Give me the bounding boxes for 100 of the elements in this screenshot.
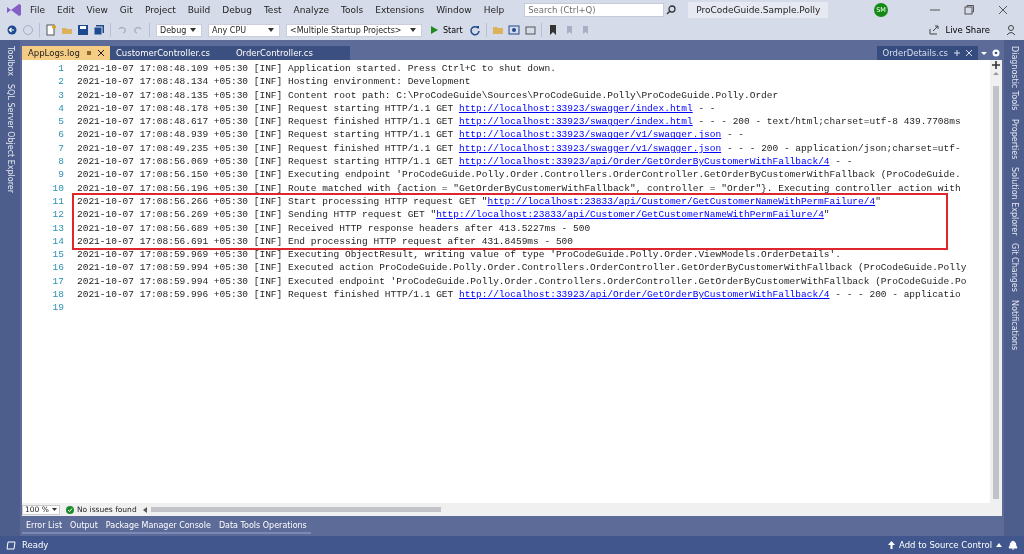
line-number: 18	[51, 288, 65, 302]
startup-projects-dropdown[interactable]: <Multiple Startup Projects>	[286, 23, 422, 37]
menu-item[interactable]: Debug	[216, 5, 258, 15]
line-number: 8	[57, 155, 65, 169]
screen-icon[interactable]	[507, 24, 520, 36]
line-number: 11	[51, 194, 65, 209]
scrollbar-thumb[interactable]	[150, 507, 441, 512]
log-line: 2021-10-07 17:08:49.235 +05:30 [INF] Request finished HTTP/1.1 GET http://localhost:33923/swagger/v1/swagger.json - - - 200 - application/json;charset=utf-	[77, 141, 961, 156]
url-link[interactable]: http://localhost:23833/api/Customer/GetCustomerNameWithPermFailure/4	[487, 195, 876, 207]
scrollbar-thumb[interactable]	[993, 86, 999, 499]
document-tab[interactable]: AppLogs.log	[22, 46, 110, 60]
caret-icon	[190, 28, 196, 32]
menu-item[interactable]: Analyze	[287, 5, 336, 15]
line-number: 14	[51, 234, 65, 249]
tool-window-tab[interactable]: Data Tools Operations	[214, 518, 311, 534]
menu-item[interactable]: Tools	[335, 5, 370, 15]
source-control-button[interactable]: Add to Source Control	[888, 540, 1002, 550]
side-panel-tab[interactable]: Diagnostic Tools	[1009, 46, 1019, 111]
menu-item[interactable]: Test	[257, 5, 288, 15]
line-number: 17	[51, 274, 65, 289]
menu-item[interactable]: Window	[430, 5, 478, 15]
url-link[interactable]: http://localhost:33923/api/Order/GetOrderByCustomerWithFallback/4	[458, 156, 830, 168]
url-link[interactable]: http://localhost:23833/api/Customer/GetCustomerNameWithPermFailure/4	[436, 209, 824, 221]
url-link[interactable]: http://localhost:33923/api/Order/GetOrderByCustomerWithFallback/4	[458, 289, 830, 301]
menu-item[interactable]: File	[24, 5, 52, 15]
caret-icon	[996, 543, 1002, 547]
log-line: 2021-10-07 17:08:48.109 +05:30 [INF] Application started. Press Ctrl+C to shut down.	[77, 62, 556, 76]
log-line: 2021-10-07 17:08:56.266 +05:30 [INF] Start processing HTTP request GET "http://localhost:23833/api/Customer/GetCustomerNameWithPermFailure/4"	[77, 194, 881, 209]
save-icon[interactable]	[77, 24, 89, 36]
window-icon[interactable]	[523, 24, 536, 36]
side-panel-tab[interactable]: Solution Explorer	[1009, 166, 1019, 236]
log-line: 2021-10-07 17:08:59.994 +05:30 [INF] Executed action ProCodeGuide.Polly.Order.Controllers.OrderController.GetOrderByCustomerWithFallback (ProCodeGuide.Polly	[77, 261, 967, 275]
menu-item[interactable]: Project	[138, 5, 182, 15]
line-number: 2	[57, 75, 65, 89]
refresh-icon[interactable]	[468, 24, 481, 36]
menu-item[interactable]: Git	[113, 5, 139, 15]
split-icon[interactable]	[991, 60, 1001, 70]
tool-window-tab[interactable]: Output	[66, 518, 102, 534]
log-line: 2021-10-07 17:08:59.996 +05:30 [INF] Request finished HTTP/1.1 GET http://localhost:33923/api/Order/GetOrderByCustomerWithFallback/4 - - - 200 - applicatio	[77, 288, 961, 302]
url-link[interactable]: http://localhost:33923/swagger/index.html	[458, 116, 693, 128]
line-number: 16	[51, 261, 65, 275]
side-panel-tab[interactable]: Git Changes	[1009, 243, 1019, 293]
log-line: 2021-10-07 17:08:56.269 +05:30 [INF] Sending HTTP request GET "http://localhost:23833/api/Customer/GetCustomerNameWithPermFailure/4"	[77, 208, 830, 222]
tool-window-tab[interactable]: Error List	[22, 518, 67, 534]
log-line: 2021-10-07 17:08:56.689 +05:30 [INF] Received HTTP response headers after 413.5227ms - 500	[77, 221, 591, 235]
configuration-dropdown[interactable]: Debug	[156, 23, 202, 37]
tool-window-tab[interactable]: Package Manager Console	[101, 518, 215, 534]
line-number: 4	[57, 101, 65, 116]
caret-icon	[52, 508, 57, 511]
menu-item[interactable]: Edit	[51, 5, 81, 15]
caret-icon	[268, 28, 274, 32]
save-all-icon[interactable]	[93, 24, 105, 36]
log-line: 2021-10-07 17:08:56.691 +05:30 [INF] End processing HTTP request after 431.8459ms - 500	[77, 234, 573, 249]
check-icon	[66, 505, 74, 514]
line-number: 19	[51, 301, 65, 315]
document-tab[interactable]: CustomerController.cs	[109, 46, 230, 60]
document-tab[interactable]: OrderController.cs	[229, 46, 350, 60]
play-icon	[431, 26, 438, 34]
line-number: 12	[51, 208, 65, 222]
line-number: 6	[57, 128, 65, 142]
caret-icon	[410, 28, 416, 32]
log-line: 2021-10-07 17:08:56.069 +05:30 [INF] Request starting HTTP/1.1 GET http://localhost:33923/api/Order/GetOrderByCustomerWithFallback/4 - -	[77, 155, 853, 169]
url-link[interactable]: http://localhost:33923/swagger/v1/swagger.json	[458, 129, 722, 141]
close-icon[interactable]	[97, 50, 104, 56]
url-link[interactable]: http://localhost:33923/swagger/index.html	[458, 102, 693, 114]
side-panel-tab[interactable]: SQL Server Object Explorer	[5, 84, 15, 194]
menu-item[interactable]: Extensions	[369, 5, 431, 15]
log-line: 2021-10-07 17:08:56.196 +05:30 [INF] Route matched with {action = "GetOrderByCustomerWithFallback", controller = "Order"}. Executing controller action with	[77, 181, 961, 195]
log-line: 2021-10-07 17:08:48.135 +05:30 [INF] Content root path: C:\ProCodeGuide\Sources\ProCodeGuide.Polly\ProCodeGuide.Polly.Order	[77, 88, 779, 102]
log-line: 2021-10-07 17:08:59.994 +05:30 [INF] Executed endpoint 'ProCodeGuide.Polly.Order.Controllers.OrderController.GetOrderByCustomerWithFallback (ProCodeGuide.Po	[77, 274, 967, 289]
start-button[interactable]: Start	[425, 25, 467, 35]
solution-name: ProCodeGuide.Sample.Polly	[688, 2, 829, 18]
line-number: 1	[57, 62, 65, 76]
scroll-left-icon[interactable]	[142, 506, 147, 513]
menu-item[interactable]: Build	[181, 5, 217, 15]
side-panel-tab[interactable]: Properties	[1009, 118, 1019, 159]
side-panel-tab[interactable]: Toolbox	[5, 46, 15, 76]
line-number: 13	[51, 221, 65, 235]
line-number: 10	[51, 181, 65, 195]
app-logo-icon[interactable]	[6, 3, 22, 17]
log-line: 2021-10-07 17:08:59.969 +05:30 [INF] Executing ObjectResult, writing value of type 'ProCodeGuide.Polly.Order.ViewModels.OrderDetails'.	[77, 248, 841, 262]
side-panel-tab[interactable]: Notifications	[1009, 300, 1019, 351]
url-link[interactable]: http://localhost:33923/swagger/v1/swagger.json	[458, 142, 722, 154]
log-line: 2021-10-07 17:08:48.178 +05:30 [INF] Request starting HTTP/1.1 GET http://localhost:33923/swagger/index.html - -	[77, 101, 716, 116]
live-share-button[interactable]: Live Share	[921, 24, 996, 36]
back-icon[interactable]	[6, 24, 18, 36]
search-field[interactable]: Search (Ctrl+Q)	[524, 3, 665, 17]
menu-item[interactable]: View	[80, 5, 114, 15]
search-icon[interactable]	[666, 5, 677, 15]
line-number: 7	[57, 141, 65, 156]
platform-dropdown[interactable]: Any CPU	[208, 23, 280, 37]
line-number: 5	[57, 115, 65, 129]
new-item-icon[interactable]	[45, 24, 57, 36]
log-line: 2021-10-07 17:08:48.134 +05:30 [INF] Hosting environment: Development	[77, 75, 471, 89]
line-number: 15	[51, 248, 65, 262]
document-tab[interactable]: OrderDetails.cs	[876, 46, 978, 60]
log-line: 2021-10-07 17:08:56.150 +05:30 [INF] Executing endpoint 'ProCodeGuide.Polly.Order.Controllers.OrderController.GetOrderByCustomerWithFallback (ProCodeGuide.	[77, 168, 961, 182]
bell-icon[interactable]	[1008, 540, 1018, 550]
menu-item[interactable]: Help	[477, 5, 511, 15]
share-icon	[929, 25, 940, 35]
